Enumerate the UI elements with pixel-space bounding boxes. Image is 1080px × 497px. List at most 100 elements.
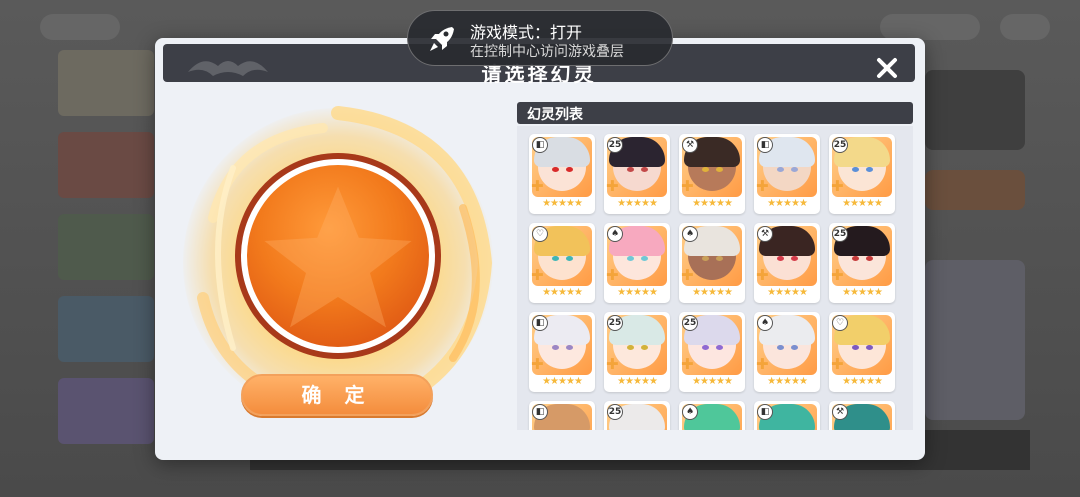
spirit-list-header: 幻灵列表 <box>517 102 913 124</box>
confirm-button[interactable]: 确 定 <box>241 374 433 416</box>
spirit-eye <box>627 345 634 350</box>
background-right-panel <box>925 60 1035 440</box>
spirit-eye <box>552 167 559 172</box>
spirit-eye <box>641 167 648 172</box>
background-card <box>925 260 1025 420</box>
plus-icon: ✚ <box>831 177 844 195</box>
spirit-card[interactable]: 25 ✚ ★★★★★ <box>829 223 895 303</box>
star-rating: ★★★★★ <box>842 198 883 209</box>
star-icon <box>264 186 412 328</box>
element-badge-icon: ♠ <box>682 404 698 420</box>
spirit-card[interactable]: ♠✚★★★★★ <box>679 401 745 430</box>
plus-icon: ✚ <box>531 355 544 373</box>
element-badge-icon: 25 <box>832 226 848 242</box>
element-badge-icon: ◧ <box>757 404 773 420</box>
spirit-list-title: 幻灵列表 <box>527 107 583 123</box>
element-badge-icon: 25 <box>682 315 698 331</box>
spirit-eye <box>716 167 723 172</box>
spirit-grid[interactable]: ◧ ✚ ★★★★★ 25 ✚ ★★★★★ ⚒ ✚ ★★★★★ ◧ ✚ ★★★★★ 25 ✚ ★★★★★ ♡ ✚ ★… <box>517 126 913 430</box>
star-rating: ★★★★★ <box>767 376 808 387</box>
star-rating: ★★★★★ <box>767 198 808 209</box>
spirit-eye <box>791 256 798 261</box>
spirit-eye <box>866 345 873 350</box>
spirit-eye <box>866 167 873 172</box>
star-rating: ★★★★★ <box>692 376 733 387</box>
element-badge-icon: ◧ <box>532 315 548 331</box>
spirit-eye <box>702 256 709 261</box>
star-rating: ★★★★★ <box>842 376 883 387</box>
element-badge-icon: ◧ <box>757 137 773 153</box>
spirit-eye <box>552 256 559 261</box>
spirit-card[interactable]: ⚒ ✚ ★★★★★ <box>754 223 820 303</box>
star-rating: ★★★★★ <box>617 376 658 387</box>
plus-icon: ✚ <box>531 177 544 195</box>
spirit-card[interactable]: 25✚★★★★★ <box>604 134 670 214</box>
spirit-card[interactable]: 25 ✚ ★★★★★ <box>604 312 670 392</box>
element-badge-icon: ⚒ <box>832 404 848 420</box>
element-badge-icon: 25 <box>832 137 848 153</box>
game-mode-toast[interactable]: 游戏模式：打开 在控制中心访问游戏叠层 <box>407 10 673 66</box>
spirit-card[interactable]: ⚒✚★★★★★ <box>829 401 895 430</box>
spirit-card[interactable]: ◧✚★★★★★ <box>529 134 595 214</box>
spirit-card[interactable]: ◧✚★★★★★ <box>754 401 820 430</box>
spirit-card[interactable]: 25 ✚ ★★★★★ <box>829 134 895 214</box>
star-rating: ★★★★★ <box>542 376 583 387</box>
spirit-eye <box>852 167 859 172</box>
toast-subtitle: 在控制中心访问游戏叠层 <box>470 44 624 60</box>
plus-icon: ✚ <box>756 266 769 284</box>
spirit-eye <box>852 256 859 261</box>
background-pill <box>1000 14 1050 40</box>
plus-icon: ✚ <box>756 177 769 195</box>
spirit-eye <box>702 345 709 350</box>
background-card <box>925 170 1025 210</box>
select-spirit-dialog: 请选择幻灵 确 定 幻灵列表 ◧ ✚ ★★★★★ 25 ✚ ★★★★★ ⚒ ✚ ★★★★★ ◧ ✚ ★… <box>155 38 925 460</box>
star-rating: ★★★★★ <box>767 287 808 298</box>
spirit-card[interactable]: 25✚★★★★★ <box>604 401 670 430</box>
spirit-eye <box>852 345 859 350</box>
element-badge-icon: 25 <box>607 315 623 331</box>
spirit-card[interactable]: ♡ ✚ ★★★★★ <box>829 312 895 392</box>
close-button[interactable] <box>875 56 899 80</box>
star-rating: ★★★★★ <box>842 287 883 298</box>
plus-icon: ✚ <box>831 355 844 373</box>
spirit-card[interactable]: 25 ✚ ★★★★★ <box>679 312 745 392</box>
spirit-eye <box>791 167 798 172</box>
background-pill <box>40 14 120 40</box>
plus-icon: ✚ <box>606 355 619 373</box>
star-rating: ★★★★★ <box>692 198 733 209</box>
plus-icon: ✚ <box>531 266 544 284</box>
spirit-card[interactable]: ♠ ✚ ★★★★★ <box>679 223 745 303</box>
element-badge-icon: ♡ <box>832 315 848 331</box>
plus-icon: ✚ <box>831 266 844 284</box>
orb-core <box>247 165 429 347</box>
spirit-card[interactable]: ♠✚★★★★★ <box>604 223 670 303</box>
spirit-eye <box>716 256 723 261</box>
spirit-eye <box>641 256 648 261</box>
spirit-card[interactable]: ♠✚★★★★★ <box>754 312 820 392</box>
star-rating: ★★★★★ <box>617 198 658 209</box>
element-badge-icon: ♠ <box>682 226 698 242</box>
plus-icon: ✚ <box>606 266 619 284</box>
spirit-eye <box>627 167 634 172</box>
spirit-card[interactable]: ◧ ✚ ★★★★★ <box>754 134 820 214</box>
star-rating: ★★★★★ <box>692 287 733 298</box>
spirit-eye <box>566 345 573 350</box>
plus-icon: ✚ <box>681 266 694 284</box>
spirit-eye <box>641 345 648 350</box>
element-badge-icon: ⚒ <box>757 226 773 242</box>
spirit-card[interactable]: ◧✚★★★★★ <box>529 401 595 430</box>
background-left-panel <box>50 40 160 480</box>
spirit-eye <box>791 345 798 350</box>
element-badge-icon: ◧ <box>532 404 548 420</box>
background-card <box>58 378 154 444</box>
element-badge-icon: 25 <box>607 404 623 420</box>
spirit-card[interactable]: ♡ ✚ ★★★★★ <box>529 223 595 303</box>
spirit-eye <box>777 167 784 172</box>
spirit-card[interactable]: ◧ ✚ ★★★★★ <box>529 312 595 392</box>
background-pill <box>880 14 980 40</box>
background-card <box>58 214 154 280</box>
spirit-eye <box>627 256 634 261</box>
star-rating: ★★★★★ <box>542 198 583 209</box>
spirit-card[interactable]: ⚒✚★★★★★ <box>679 134 745 214</box>
plus-icon: ✚ <box>681 355 694 373</box>
